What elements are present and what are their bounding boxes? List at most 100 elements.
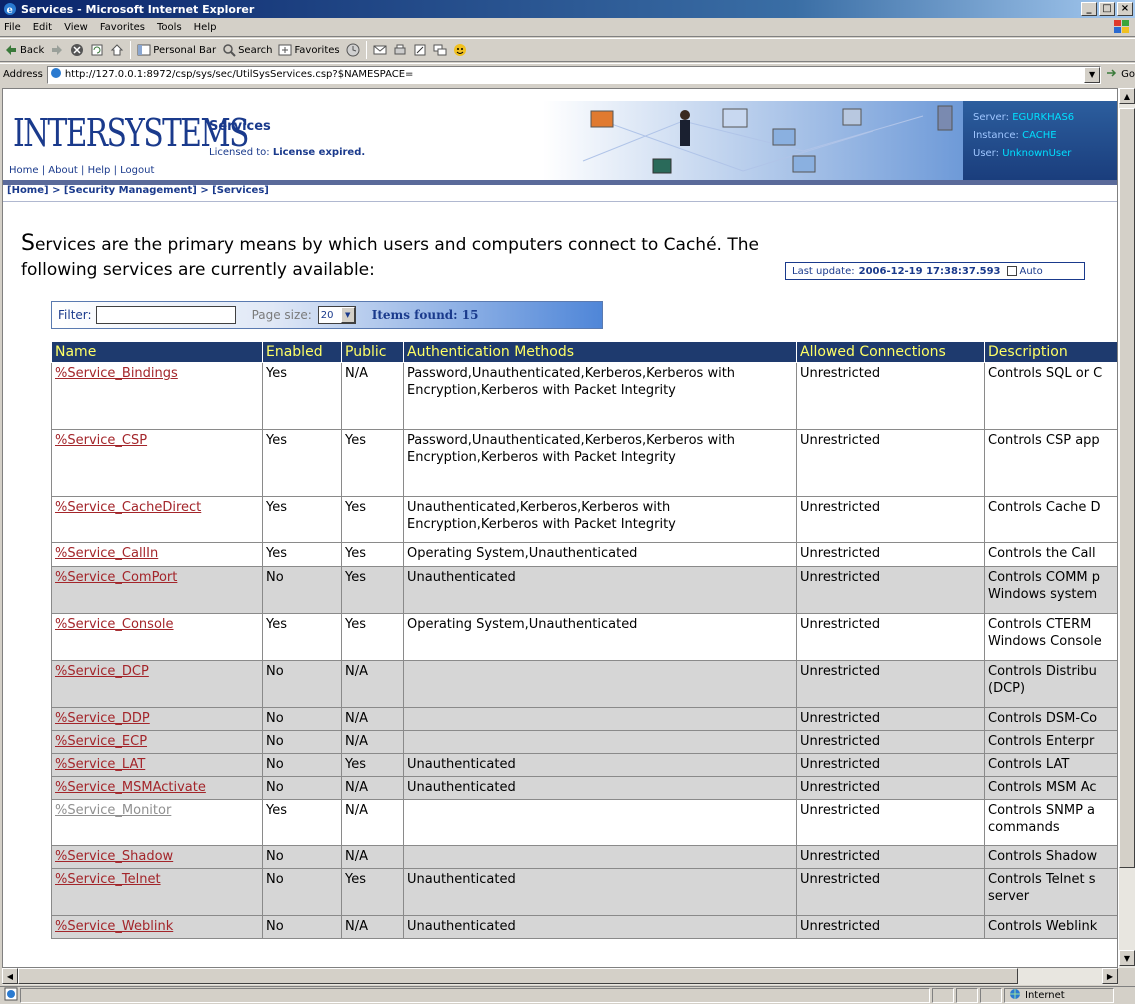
description-cell: Controls CSP app	[984, 429, 1117, 497]
public-cell: Yes	[341, 542, 404, 567]
favorites-icon	[278, 43, 292, 57]
column-header-public[interactable]: Public	[341, 341, 404, 363]
vertical-scroll-thumb[interactable]	[1119, 108, 1135, 868]
enabled-cell: Yes	[262, 496, 342, 543]
vertical-scrollbar[interactable]: ▲ ▼	[1118, 88, 1135, 968]
instance-label: Instance:	[973, 130, 1019, 141]
scroll-right-button[interactable]: ▶	[1102, 968, 1118, 984]
messenger-icon[interactable]	[453, 43, 467, 57]
intro-text: Services are the primary means by which …	[21, 231, 759, 280]
close-button[interactable]: ×	[1117, 2, 1133, 16]
service-name-link[interactable]: %Service_CallIn	[51, 542, 263, 567]
auth-methods-cell: Unauthenticated	[403, 868, 797, 916]
public-cell: N/A	[341, 362, 404, 430]
column-header-enabled[interactable]: Enabled	[262, 341, 342, 363]
table-row: %Service_CSP Yes Yes Password,Unauthenti…	[51, 429, 1117, 497]
service-name-link[interactable]: %Service_CSP	[51, 429, 263, 497]
mail-icon[interactable]	[373, 43, 387, 57]
scroll-left-button[interactable]: ◀	[2, 968, 18, 984]
go-button[interactable]: Go	[1105, 67, 1135, 82]
column-header-allowed-connections[interactable]: Allowed Connections	[796, 341, 985, 363]
personal-bar-button[interactable]: Personal Bar	[137, 43, 216, 57]
service-name-link[interactable]: %Service_DDP	[51, 707, 263, 731]
menu-help[interactable]: Help	[194, 22, 217, 33]
go-label: Go	[1121, 69, 1135, 80]
help-link[interactable]: Help	[88, 165, 111, 176]
service-name-link[interactable]: %Service_Shadow	[51, 845, 263, 869]
public-cell: Yes	[341, 429, 404, 497]
table-row: %Service_ECP No N/A Unrestricted Control…	[51, 730, 1117, 754]
stop-icon[interactable]	[70, 43, 84, 57]
table-row: %Service_Weblink No N/A Unauthenticated …	[51, 915, 1117, 939]
description-cell: Controls COMM p Windows system	[984, 566, 1117, 614]
horizontal-scrollbar[interactable]: ◀ ▶	[2, 968, 1118, 985]
table-row: %Service_DDP No N/A Unrestricted Control…	[51, 707, 1117, 731]
service-name-link[interactable]: %Service_Console	[51, 613, 263, 661]
menu-favorites[interactable]: Favorites	[100, 22, 145, 33]
description-cell: Controls Telnet s server	[984, 868, 1117, 916]
logout-link[interactable]: Logout	[120, 165, 154, 176]
service-name-link[interactable]: %Service_Weblink	[51, 915, 263, 939]
scroll-down-button[interactable]: ▼	[1119, 950, 1135, 966]
auth-methods-cell: Operating System,Unauthenticated	[403, 542, 797, 567]
service-name-link[interactable]: %Service_CacheDirect	[51, 496, 263, 543]
allowed-connections-cell: Unrestricted	[796, 915, 985, 939]
forward-button[interactable]	[50, 43, 64, 57]
auto-label: Auto	[1019, 265, 1043, 277]
service-name-link[interactable]: %Service_DCP	[51, 660, 263, 708]
auto-checkbox[interactable]	[1006, 266, 1017, 276]
column-header-name[interactable]: Name	[51, 341, 263, 363]
menu-bar: File Edit View Favorites Tools Help	[0, 18, 1135, 37]
menu-edit[interactable]: Edit	[33, 22, 52, 33]
service-name-link[interactable]: %Service_LAT	[51, 753, 263, 777]
filter-input[interactable]	[95, 306, 236, 324]
service-name-link[interactable]: %Service_MSMActivate	[51, 776, 263, 800]
scroll-up-button[interactable]: ▲	[1119, 88, 1135, 104]
windows-logo-icon	[1113, 19, 1131, 35]
table-row: %Service_DCP No N/A Unrestricted Control…	[51, 660, 1117, 708]
search-button[interactable]: Search	[222, 43, 272, 57]
service-name-link[interactable]: %Service_ECP	[51, 730, 263, 754]
service-name-link[interactable]: %Service_ComPort	[51, 566, 263, 614]
address-dropdown-button[interactable]: ▼	[1084, 66, 1101, 83]
horizontal-scroll-thumb[interactable]	[18, 968, 1018, 984]
breadcrumb[interactable]: [Home] > [Security Management] > [Servic…	[7, 185, 269, 196]
public-cell: N/A	[341, 845, 404, 869]
toolbar-separator	[130, 41, 132, 59]
history-icon[interactable]	[346, 43, 360, 57]
favorites-button[interactable]: Favorites	[278, 43, 340, 57]
public-cell: Yes	[341, 566, 404, 614]
description-cell: Controls Distribu (DCP)	[984, 660, 1117, 708]
window-title: Services - Microsoft Internet Explorer	[21, 2, 255, 16]
service-name-link[interactable]: %Service_Bindings	[51, 362, 263, 430]
auth-methods-cell	[403, 730, 797, 754]
back-label: Back	[20, 44, 45, 56]
license-label: Licensed to:	[209, 147, 270, 158]
about-link[interactable]: About	[48, 165, 78, 176]
home-icon[interactable]	[110, 43, 124, 57]
address-input[interactable]: http://127.0.0.1:8972/csp/sys/sec/UtilSy…	[46, 65, 1102, 84]
allowed-connections-cell: Unrestricted	[796, 845, 985, 869]
edit-icon[interactable]	[413, 43, 427, 57]
column-header-description[interactable]: Description	[984, 341, 1117, 363]
page-size-dropdown-icon: ▼	[340, 307, 355, 323]
back-button[interactable]: Back	[4, 43, 44, 57]
enabled-cell: Yes	[262, 362, 342, 430]
services-table: Name Enabled Public Authentication Metho…	[51, 341, 1117, 939]
enabled-cell: Yes	[262, 613, 342, 661]
menu-tools[interactable]: Tools	[157, 22, 182, 33]
service-name-link[interactable]: %Service_Monitor	[51, 799, 263, 846]
service-name-link[interactable]: %Service_Telnet	[51, 868, 263, 916]
minimize-button[interactable]: _	[1081, 2, 1097, 16]
home-link[interactable]: Home	[9, 165, 39, 176]
discuss-icon[interactable]	[433, 43, 447, 57]
menu-file[interactable]: File	[4, 22, 21, 33]
refresh-icon[interactable]	[90, 43, 104, 57]
status-message-panel	[20, 988, 930, 1003]
page-size-select[interactable]: 20 ▼	[317, 306, 356, 324]
menu-view[interactable]: View	[64, 22, 88, 33]
print-icon[interactable]	[393, 43, 407, 57]
maximize-button[interactable]: □	[1099, 2, 1115, 16]
column-header-auth-methods[interactable]: Authentication Methods	[403, 341, 797, 363]
search-label: Search	[238, 44, 273, 56]
